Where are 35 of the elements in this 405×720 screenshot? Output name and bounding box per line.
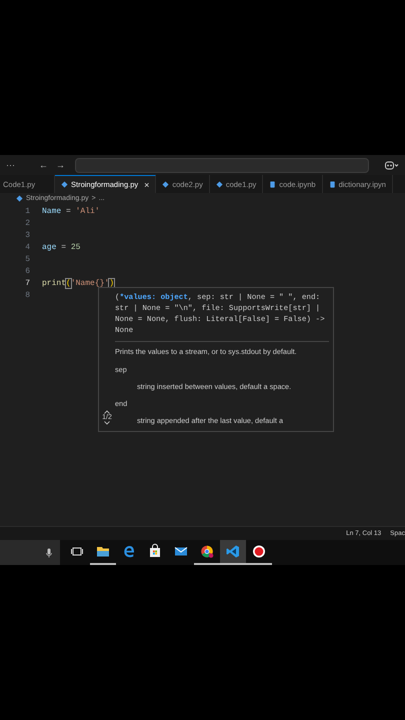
line-number: 3 (24, 230, 31, 240)
copilot-icon[interactable] (385, 160, 399, 170)
microphone-icon[interactable] (46, 548, 52, 558)
close-tab-button[interactable]: × (144, 180, 150, 190)
folder-icon[interactable] (97, 547, 109, 556)
taskbar-search-field[interactable] (0, 540, 60, 565)
code-line: print('Name{}') (42, 278, 114, 288)
line-number: 6 (24, 266, 31, 276)
command-center-field[interactable] (75, 158, 369, 172)
line-number: 4 (24, 242, 31, 252)
chevron-up-icon[interactable] (104, 410, 110, 414)
task-view-icon[interactable] (71, 548, 83, 556)
notebook-file-icon (269, 180, 276, 188)
chrome-icon[interactable] (201, 546, 214, 558)
store-bag-icon[interactable] (150, 544, 160, 557)
code-line: age = 25 (42, 242, 80, 252)
line-number: 5 (24, 254, 31, 264)
more-menu[interactable]: ··· (6, 160, 15, 170)
notebook-file-icon (328, 180, 336, 188)
record-icon[interactable] (253, 546, 265, 558)
python-file-icon (61, 181, 68, 188)
python-file-icon (162, 180, 170, 188)
code-line: Name = 'Ali' (42, 206, 100, 216)
line-number: 1 (24, 206, 31, 216)
back-button[interactable]: ← (39, 160, 48, 170)
mail-icon[interactable] (174, 547, 188, 556)
line-number: 8 (24, 290, 31, 300)
python-file-icon (16, 195, 23, 202)
line-number: 7 (24, 278, 31, 288)
forward-button[interactable]: → (56, 160, 65, 170)
edge-icon[interactable] (124, 546, 134, 558)
vscode-icon[interactable] (226, 546, 239, 558)
chevron-down-icon[interactable] (104, 421, 110, 425)
line-number: 2 (24, 218, 31, 228)
python-file-icon (216, 180, 223, 188)
